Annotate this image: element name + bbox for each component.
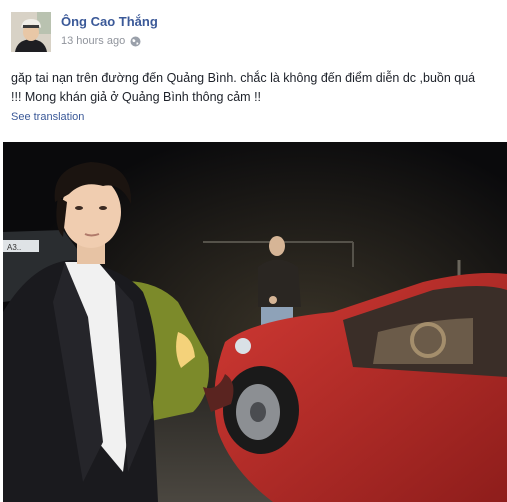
post-message: găp tai nạn trên đường đến Quảng Bình. c… <box>11 69 501 107</box>
post-timestamp[interactable]: 13 hours ago <box>61 35 125 47</box>
post-message-line-1: găp tai nạn trên đường đến Quảng Bình. c… <box>11 71 476 85</box>
plate-text: A3.. <box>7 243 21 252</box>
feed-post: Ông Cao Thắng 13 hours ago găp tai nạn t… <box>0 0 507 502</box>
post-message-line-2: !!! Mong khán giả ở Quảng Bình thông cảm… <box>11 90 262 104</box>
globe-icon[interactable] <box>130 36 141 47</box>
post-photo[interactable]: A3.. 6 <box>3 142 507 502</box>
post-meta: 13 hours ago <box>61 35 141 47</box>
see-translation-link[interactable]: See translation <box>11 111 84 123</box>
author-name-link[interactable]: Ông Cao Thắng <box>61 14 158 29</box>
profile-avatar[interactable] <box>11 12 51 52</box>
